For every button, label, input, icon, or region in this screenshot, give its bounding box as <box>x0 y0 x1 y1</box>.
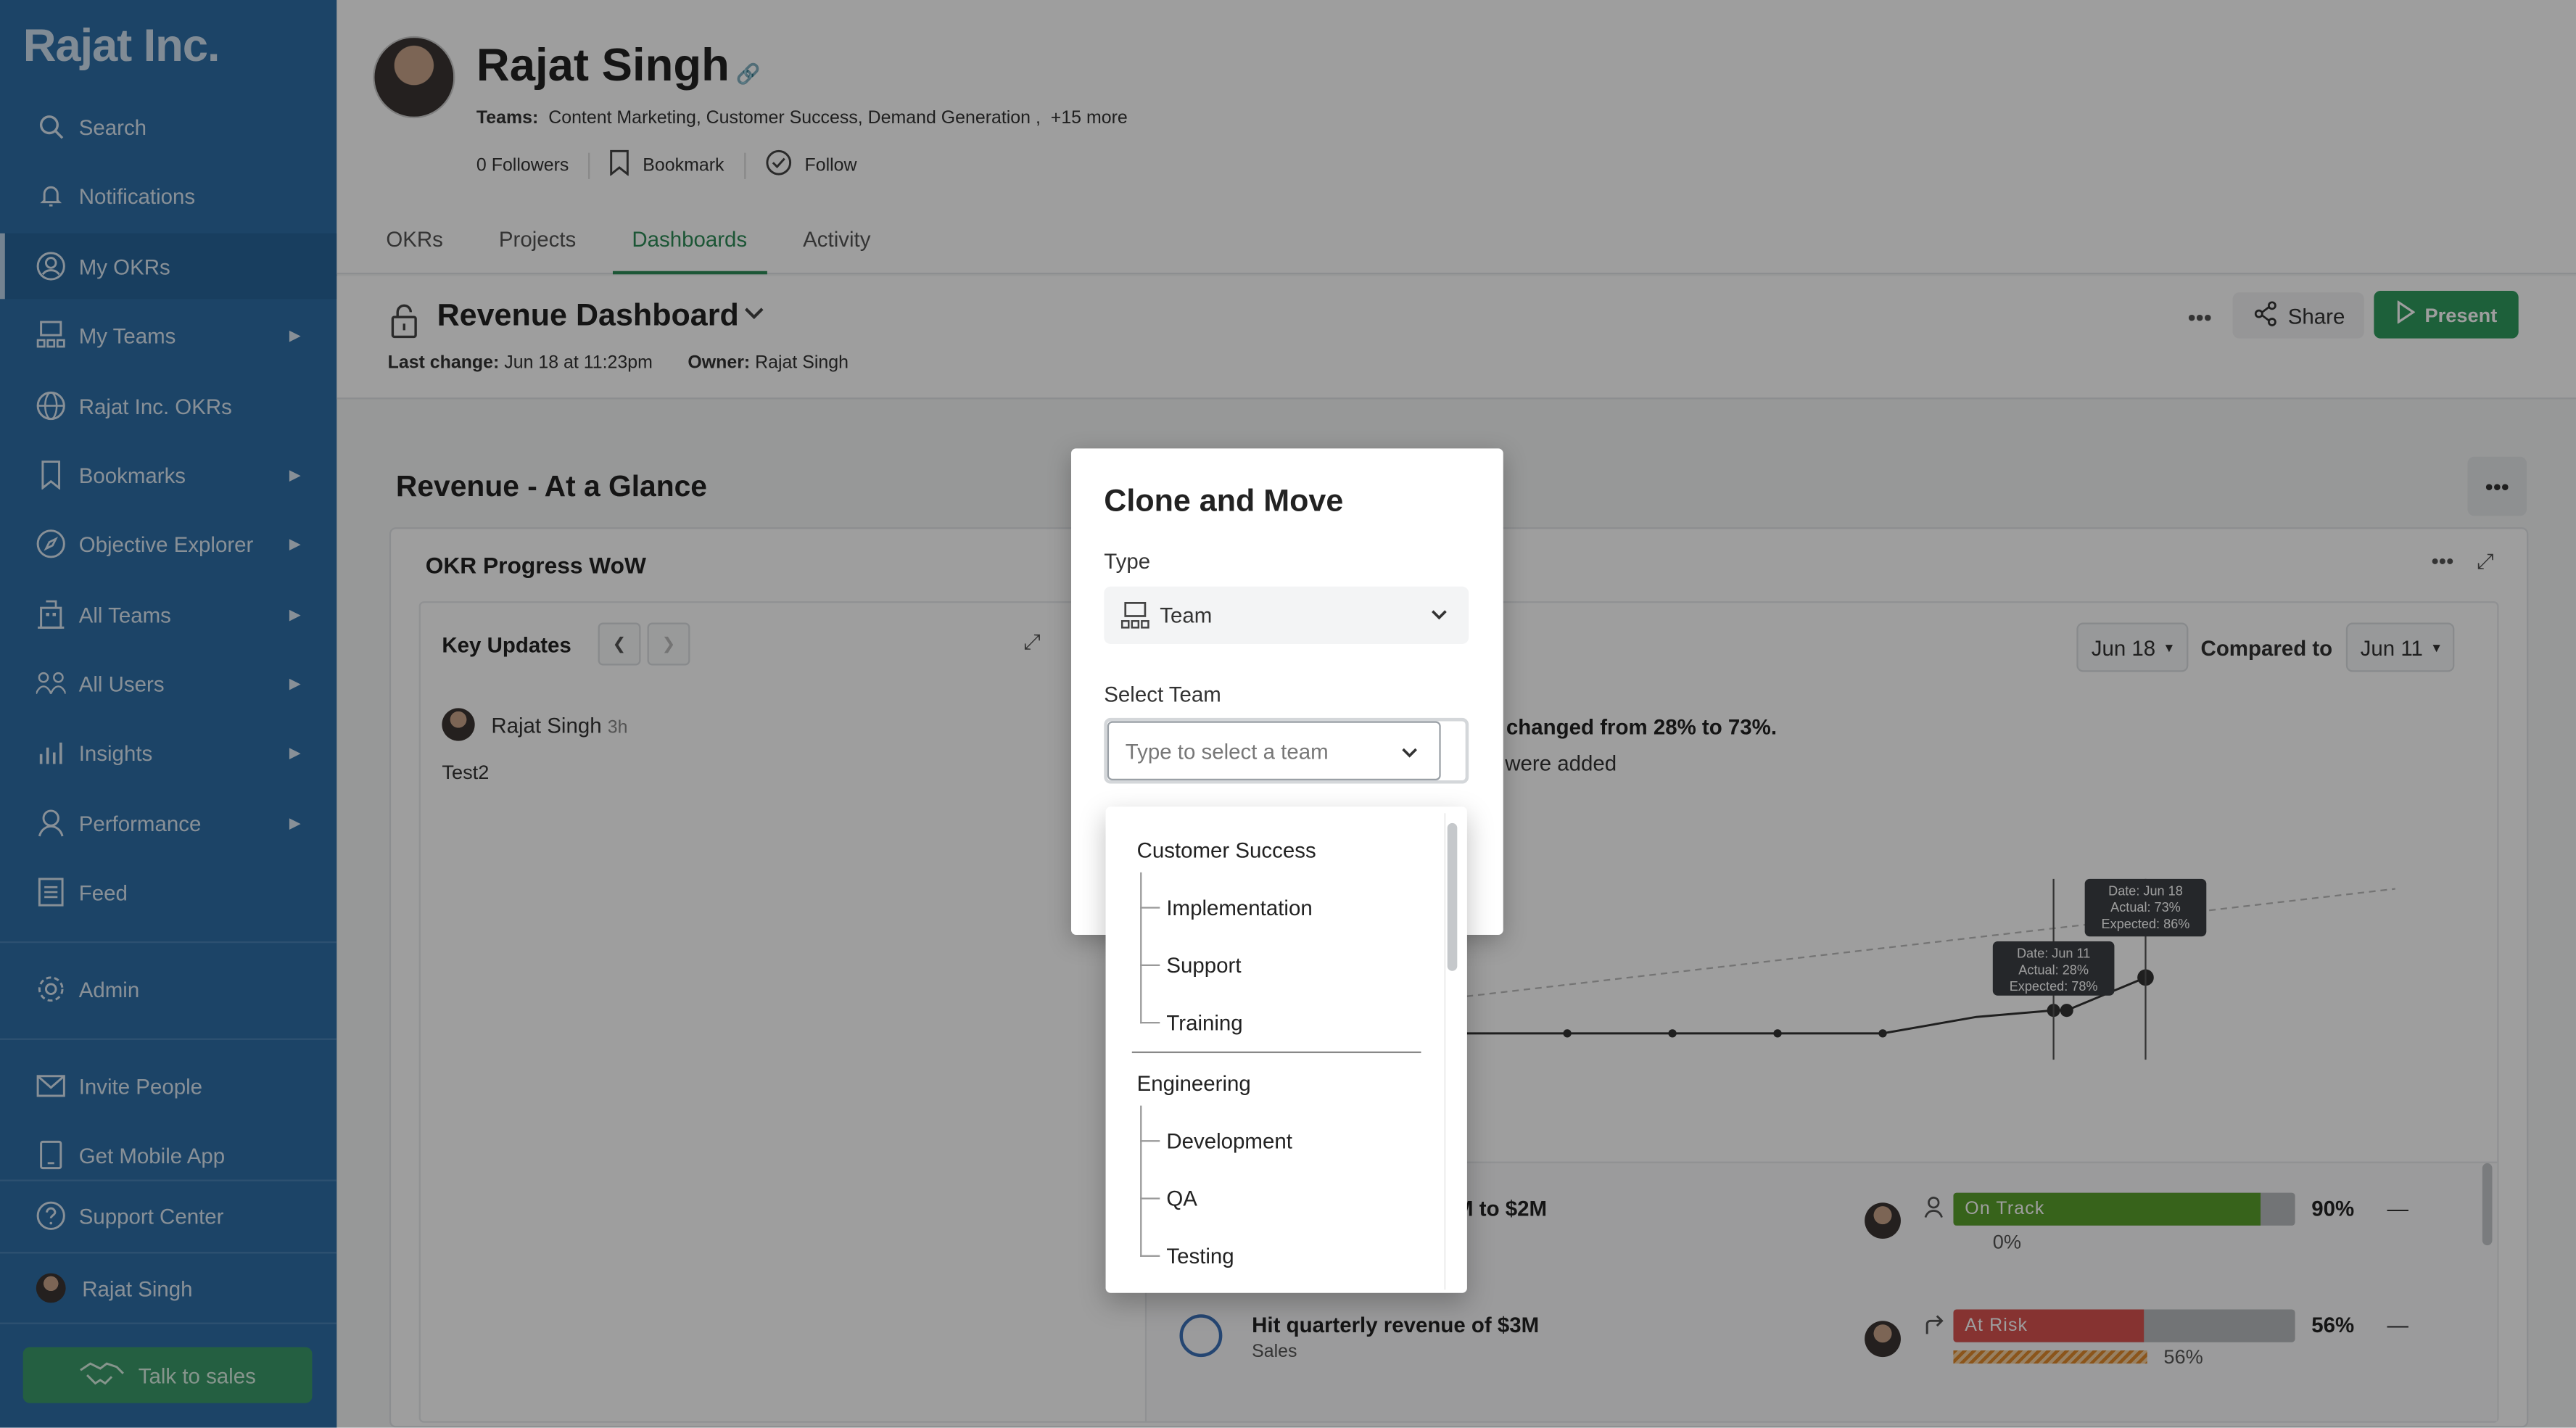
type-select[interactable]: Team <box>1104 586 1469 644</box>
team-option[interactable]: Implementation <box>1166 896 1312 920</box>
team-option-group[interactable]: Engineering <box>1137 1071 1251 1096</box>
team-option[interactable]: Support <box>1166 953 1241 978</box>
divider <box>1131 1051 1421 1054</box>
tree-tick <box>1140 907 1160 909</box>
tree-tick <box>1140 964 1160 966</box>
chevron-down-icon <box>1400 741 1419 766</box>
team-dropdown: Customer Success Implementation Support … <box>1105 806 1467 1293</box>
team-icon <box>1120 600 1150 630</box>
dropdown-arrow <box>1117 790 1150 809</box>
team-option[interactable]: Testing <box>1166 1244 1234 1268</box>
chevron-down-icon <box>1429 603 1449 627</box>
tree-tick <box>1140 1140 1160 1142</box>
dialog-title: Clone and Move <box>1104 484 1344 519</box>
team-option-group[interactable]: Customer Success <box>1137 838 1316 862</box>
tree-line <box>1140 1105 1142 1257</box>
select-team-label: Select Team <box>1104 682 1221 707</box>
team-option[interactable]: Training <box>1166 1010 1242 1035</box>
type-select-value: Team <box>1160 603 1213 628</box>
team-option[interactable]: QA <box>1166 1186 1197 1211</box>
tree-tick <box>1140 1255 1160 1257</box>
type-label: Type <box>1104 548 1151 574</box>
tree-line <box>1140 872 1142 1024</box>
team-option[interactable]: Development <box>1166 1128 1292 1153</box>
team-search-input[interactable]: Type to select a team <box>1107 721 1441 781</box>
scroll-track <box>1444 813 1446 1290</box>
team-input-placeholder: Type to select a team <box>1125 738 1329 764</box>
tree-tick <box>1140 1197 1160 1200</box>
team-select-wrapper: Type to select a team <box>1104 717 1469 784</box>
scrollbar[interactable] <box>1447 822 1458 971</box>
tree-tick <box>1140 1022 1160 1024</box>
